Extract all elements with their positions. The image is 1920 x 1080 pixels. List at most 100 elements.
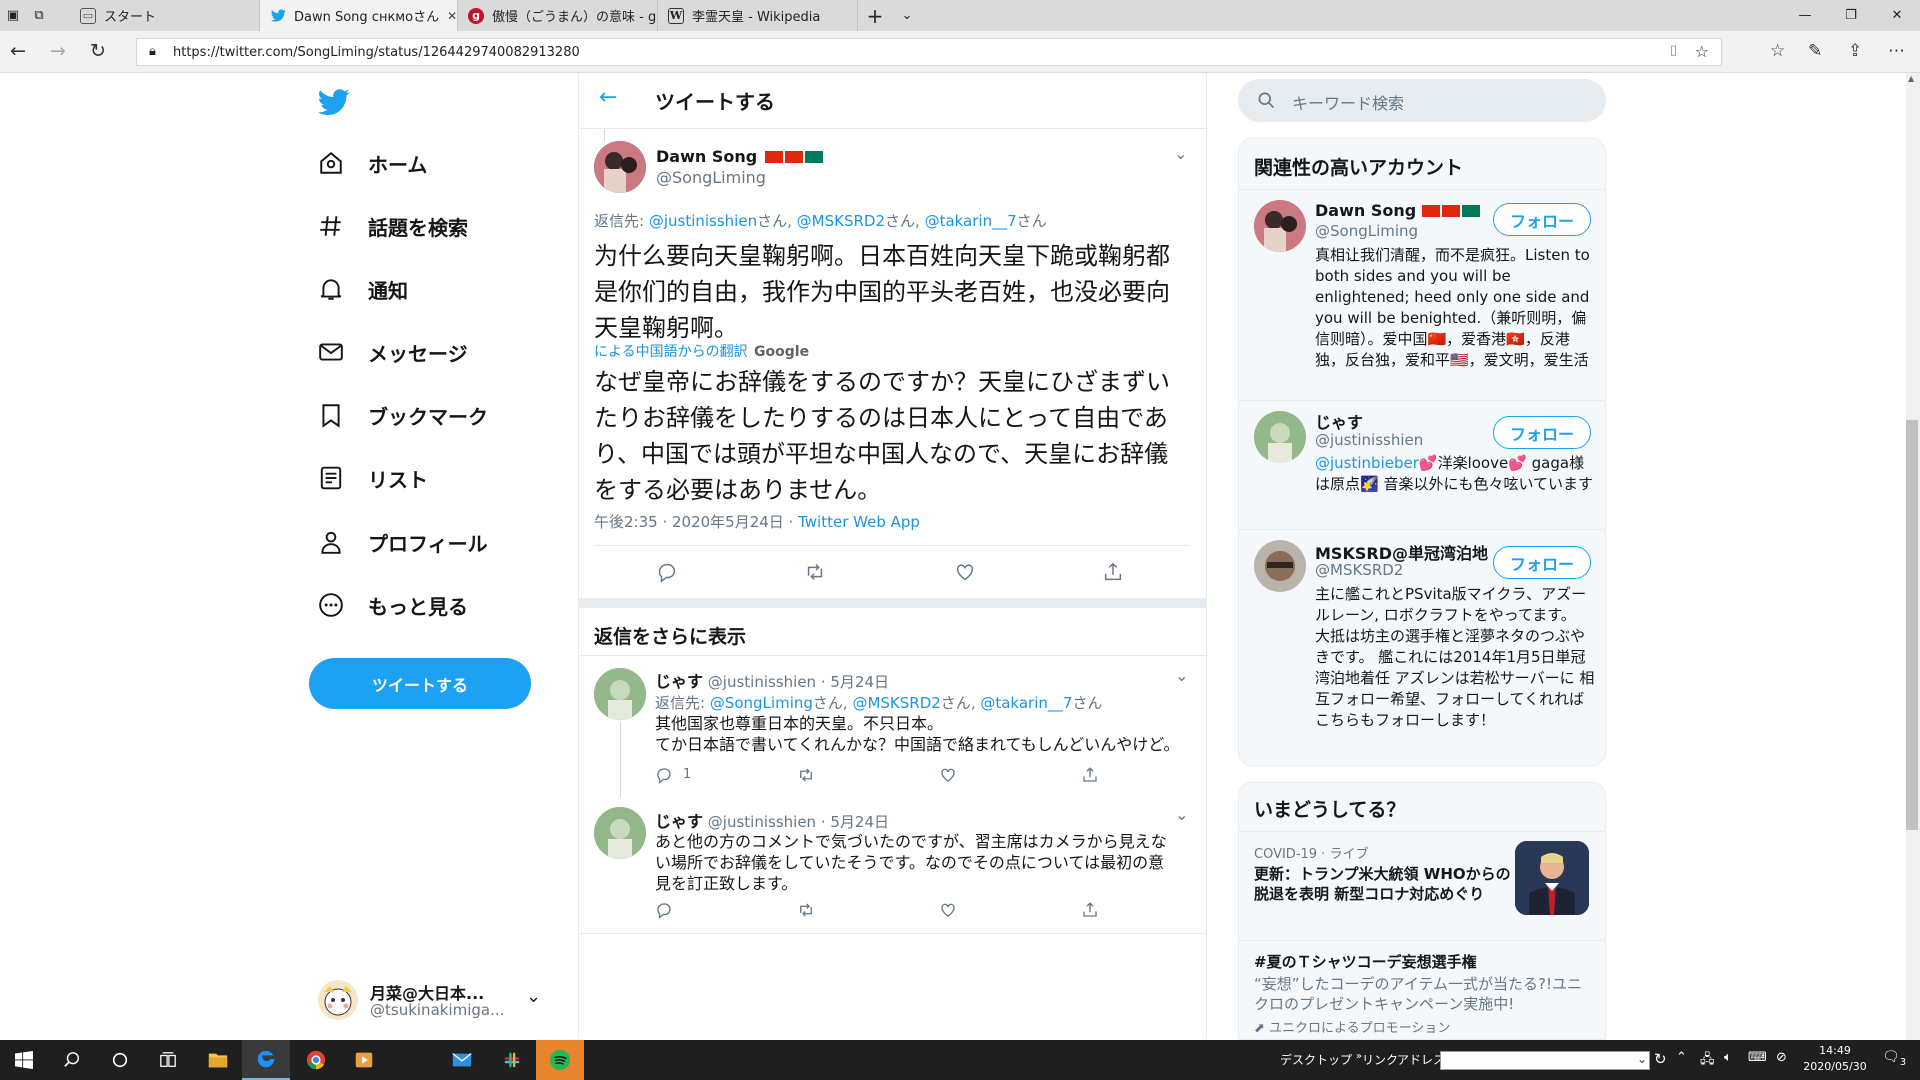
ime-icon[interactable]: ⊘ <box>1776 1050 1787 1065</box>
system-clock[interactable]: 14:49 2020/05/30 <box>1800 1043 1870 1075</box>
share-icon[interactable] <box>1102 561 1124 587</box>
reply-tweet[interactable]: じゃす @justinisshien · 5月24日 ⌄ 返信先: @SongL… <box>579 656 1206 797</box>
twitter-logo-icon[interactable] <box>317 86 350 122</box>
tab-wikipedia[interactable]: W 李霊天皇 - Wikipedia <box>658 0 858 31</box>
start-windows-icon[interactable] <box>0 1040 48 1080</box>
sidebar-item-lists[interactable]: リスト <box>318 458 428 498</box>
reply-date[interactable]: · 5月24日 <box>821 813 889 831</box>
author-handle[interactable]: @justinisshien <box>708 813 816 831</box>
pen-icon[interactable]: ✎ <box>1808 41 1822 61</box>
scrollbar-thumb[interactable] <box>1906 420 1918 830</box>
cortana-icon[interactable] <box>96 1040 144 1080</box>
retweet-icon[interactable] <box>797 766 815 788</box>
reply-date[interactable]: · 5月24日 <box>821 673 889 691</box>
share-icon[interactable]: ⇪ <box>1848 41 1862 61</box>
taskbar-address-input[interactable]: ⌄ <box>1440 1051 1650 1070</box>
refresh-icon[interactable]: ↻ <box>90 41 106 61</box>
media-player-icon[interactable] <box>340 1040 388 1080</box>
chrome-icon[interactable] <box>292 1040 340 1080</box>
tray-overflow-icon[interactable]: ⌃ <box>1676 1050 1687 1065</box>
volume-icon[interactable]: 🔈︎ <box>1724 1050 1732 1065</box>
retweet-icon[interactable] <box>797 901 815 923</box>
search-input[interactable]: キーワード検索 <box>1238 79 1606 122</box>
account-row[interactable]: じゃす @justinisshien フォロー @justinbieber💕洋楽… <box>1239 401 1605 529</box>
author-handle[interactable]: @justinisshien <box>708 673 816 691</box>
sidebar-item-home[interactable]: ホーム <box>318 143 427 183</box>
retweet-icon[interactable] <box>804 561 826 587</box>
reply-tweet[interactable]: じゃす @justinisshien · 5月24日 ⌄ あと他の方のコメントで… <box>579 797 1206 934</box>
back-tabs-icon[interactable]: ⧉ <box>26 0 52 31</box>
share-icon[interactable] <box>1081 901 1099 923</box>
follow-button[interactable]: フォロー <box>1493 546 1591 579</box>
account-row[interactable]: MSKSRD@単冠湾泊地 @MSKSRD2 フォロー 主に艦これとPSvita版… <box>1239 530 1605 765</box>
back-arrow-icon[interactable]: ← <box>10 41 26 61</box>
back-arrow-icon[interactable]: ← <box>599 85 617 110</box>
favorite-star-icon[interactable]: ☆ <box>1695 42 1709 61</box>
mention-link[interactable]: @takarin__7 <box>925 212 1017 230</box>
sidebar-item-more[interactable]: もっと見る <box>318 585 468 625</box>
tab-start[interactable]: ▭ スタート <box>70 0 260 31</box>
trend-item[interactable]: #夏のＴシャツコーデ妄想選手権 “妄想”したコーデのアイテム一式が当たる?!ユニ… <box>1239 941 1605 1039</box>
slack-icon[interactable] <box>488 1040 536 1080</box>
close-tab-icon[interactable]: ✕ <box>447 9 457 23</box>
chevron-down-icon[interactable]: ⌄ <box>1175 805 1188 824</box>
author-name[interactable]: じゃす <box>655 672 703 691</box>
spotify-icon[interactable] <box>536 1040 584 1080</box>
close-window-icon[interactable]: ✕ <box>1874 0 1920 31</box>
avatar[interactable] <box>594 807 646 859</box>
chevron-down-icon[interactable]: ⌄ <box>1174 144 1187 163</box>
minimize-icon[interactable]: — <box>1782 0 1828 31</box>
mention-link[interactable]: @MSKSRD2 <box>852 694 940 712</box>
chevron-down-icon[interactable]: ⌄ <box>1637 1052 1647 1066</box>
links-toolbar[interactable]: リンク <box>1362 1051 1398 1068</box>
sidebar-item-bookmarks[interactable]: ブックマーク <box>318 395 488 435</box>
follow-button[interactable]: フォロー <box>1493 416 1591 449</box>
mention-link[interactable]: @justinisshien <box>649 212 757 230</box>
sidebar-item-notifications[interactable]: 通知 <box>318 269 408 309</box>
url-input[interactable]: 🔒︎ https://twitter.com/SongLiming/status… <box>136 38 1722 66</box>
tab-twitter[interactable]: Dawn Song снкмоさん ✕ <box>260 0 458 31</box>
tweet-button[interactable]: ツイートする <box>309 658 531 709</box>
reading-view-icon[interactable]: ▯ <box>1670 43 1677 58</box>
more-menu-icon[interactable]: ⋯ <box>1888 41 1905 61</box>
favorites-icon[interactable]: ☆ <box>1770 41 1785 61</box>
author-handle[interactable]: @SongLiming <box>656 168 766 187</box>
network-icon[interactable]: 🖧︎ <box>1700 1050 1715 1072</box>
restore-icon[interactable]: ❐ <box>1828 0 1874 31</box>
new-tab-icon[interactable]: + <box>858 0 892 31</box>
chevron-down-icon[interactable]: ⌄ <box>1175 666 1188 685</box>
share-icon[interactable] <box>1081 766 1099 788</box>
tweet-author[interactable]: Dawn Song <box>656 147 824 166</box>
mention-link[interactable]: @SongLiming <box>710 694 813 712</box>
translation-label[interactable]: による中国語からの翻訳 <box>594 344 748 360</box>
mention-link[interactable]: @takarin__7 <box>980 694 1072 712</box>
search-icon[interactable] <box>48 1040 96 1080</box>
action-center-icon[interactable]: 🗨︎3 <box>1882 1049 1906 1068</box>
avatar[interactable] <box>594 141 646 193</box>
avatar[interactable] <box>594 668 646 720</box>
file-explorer-icon[interactable] <box>194 1040 242 1080</box>
like-icon[interactable] <box>954 561 976 587</box>
follow-button[interactable]: フォロー <box>1493 203 1591 236</box>
reply-icon[interactable] <box>656 561 678 587</box>
author-name[interactable]: じゃす <box>655 812 703 831</box>
sidebar-item-explore[interactable]: 話題を検索 <box>318 206 468 246</box>
mail-icon[interactable] <box>438 1040 486 1080</box>
task-view-icon[interactable] <box>144 1040 192 1080</box>
mention-link[interactable]: @MSKSRD2 <box>797 212 885 230</box>
edge-browser-icon[interactable] <box>242 1040 290 1080</box>
account-switcher[interactable]: 月菜@大日本... @tsukinakimiga... ⌄ <box>318 978 548 1022</box>
tab-actions-icon[interactable]: ▣ <box>0 0 26 31</box>
go-refresh-icon[interactable]: ↻ <box>1654 1050 1667 1068</box>
sidebar-item-messages[interactable]: メッセージ <box>318 332 468 372</box>
sidebar-item-profile[interactable]: プロフィール <box>318 522 488 562</box>
mention-link[interactable]: @justinbieber <box>1315 454 1419 472</box>
tab-goo[interactable]: g 傲慢（ごうまん）の意味 - goo <box>458 0 658 31</box>
like-icon[interactable] <box>939 901 957 923</box>
chevron-down-icon[interactable]: ⌄ <box>892 0 922 31</box>
forward-arrow-icon[interactable]: → <box>50 41 66 61</box>
trend-item[interactable]: COVID-19 · ライブ 更新：トランプ米大統領 WHOからの脱退を表明 新… <box>1239 832 1605 940</box>
avatar[interactable] <box>1254 411 1306 463</box>
account-row[interactable]: Dawn Song @SongLiming フォロー 真相让我们清醒，而不是疯狂… <box>1239 190 1605 400</box>
keyboard-icon[interactable]: ⌨︎ <box>1748 1050 1767 1065</box>
